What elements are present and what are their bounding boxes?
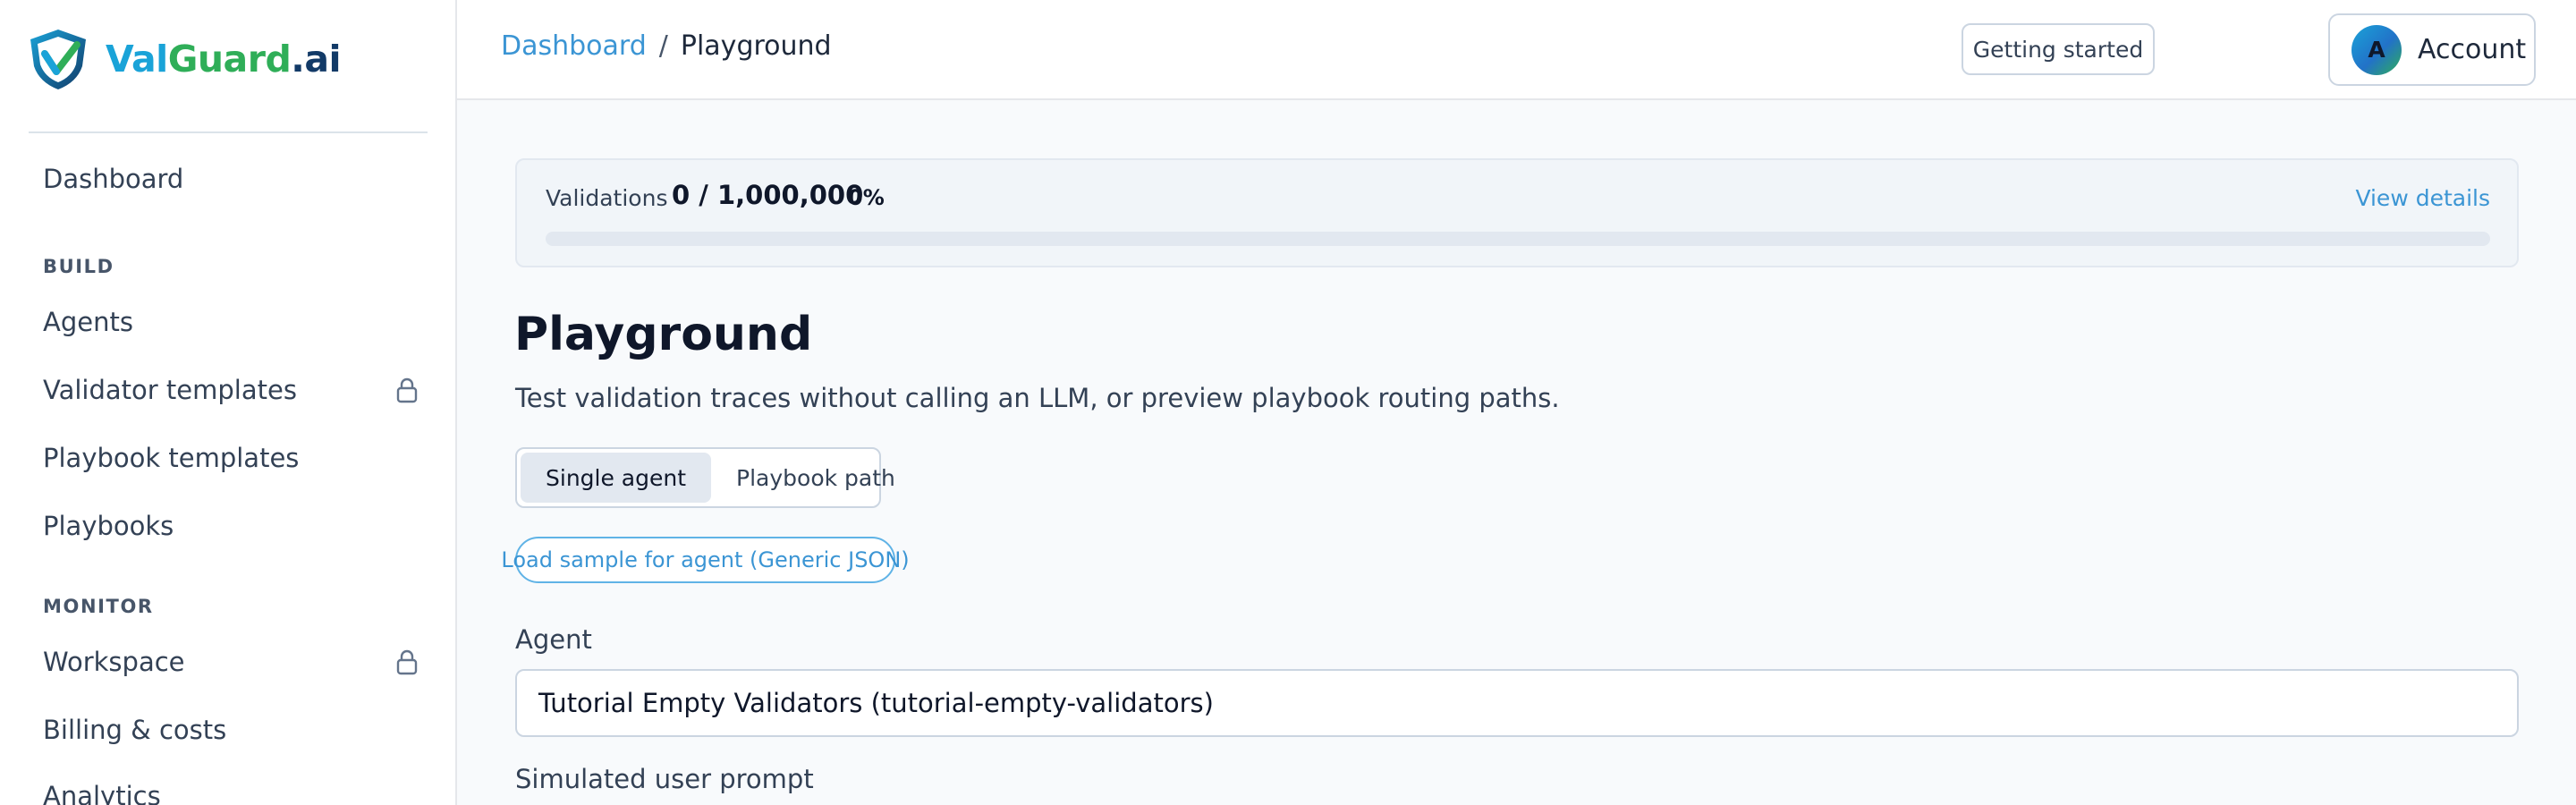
sidebar-item-playbook-templates[interactable]: Playbook templates <box>43 433 419 483</box>
sidebar-item-label: Dashboard <box>43 164 184 194</box>
sidebar-item-label: Agents <box>43 307 133 337</box>
breadcrumb: Dashboard / Playground <box>501 30 832 62</box>
breadcrumb-dashboard-link[interactable]: Dashboard <box>501 30 647 62</box>
sidebar: ValGuard.ai Dashboard BUILD Agents Valid… <box>0 0 457 805</box>
breadcrumb-separator: / <box>658 30 668 62</box>
sidebar-section-build: BUILD <box>43 256 114 277</box>
tab-single-agent[interactable]: Single agent <box>521 453 712 503</box>
agent-field-label: Agent <box>515 624 592 655</box>
top-bar: Dashboard / Playground Getting started A… <box>457 0 2576 100</box>
sidebar-item-playbooks[interactable]: Playbooks <box>43 501 419 551</box>
mode-toggle: Single agent Playbook path <box>515 447 895 508</box>
sidebar-item-billing-costs[interactable]: Billing & costs <box>43 705 419 755</box>
shield-logo-icon <box>30 30 86 89</box>
sidebar-item-label: Playbook templates <box>43 443 300 473</box>
brand-name-val: Val <box>106 38 168 80</box>
sidebar-item-label: Validator templates <box>43 375 297 405</box>
usage-label: Validations <box>546 185 668 211</box>
account-button[interactable]: A Account <box>2328 13 2536 86</box>
sidebar-item-label: Billing & costs <box>43 715 227 745</box>
lock-icon <box>395 377 419 403</box>
sidebar-divider <box>29 131 428 133</box>
sidebar-item-workspace[interactable]: Workspace <box>43 637 419 687</box>
brand-name: ValGuard.ai <box>106 38 342 80</box>
view-details-link[interactable]: View details <box>2355 185 2490 211</box>
sidebar-item-label: Workspace <box>43 647 185 677</box>
getting-started-button[interactable]: Getting started <box>1962 23 2155 75</box>
sidebar-item-analytics[interactable]: Analytics <box>43 771 419 805</box>
breadcrumb-current: Playground <box>680 30 832 62</box>
validations-usage-card: Validations 0 / 1,000,000 0% View detail… <box>515 158 2519 267</box>
usage-count: 0 / 1,000,000 <box>672 180 864 210</box>
usage-progress-bar <box>546 232 2490 246</box>
avatar: A <box>2351 24 2402 75</box>
account-label: Account <box>2418 34 2527 65</box>
sidebar-item-validator-templates[interactable]: Validator templates <box>43 365 419 415</box>
app-shell: ValGuard.ai Dashboard BUILD Agents Valid… <box>0 0 2576 805</box>
brand-name-guard: Guard <box>167 38 292 80</box>
page-title: Playground <box>514 308 813 361</box>
brand-name-ai: .ai <box>291 38 342 80</box>
brand-logo[interactable]: ValGuard.ai <box>27 27 342 91</box>
load-sample-button[interactable]: Load sample for agent (Generic JSON) <box>501 537 910 583</box>
main-content: Dashboard / Playground Getting started A… <box>457 0 2576 805</box>
lock-icon <box>395 648 419 675</box>
sidebar-item-label: Analytics <box>43 781 161 805</box>
page-subtitle: Test validation traces without calling a… <box>515 383 1560 413</box>
agent-select[interactable]: Tutorial Empty Validators (tutorial-empt… <box>515 669 2519 737</box>
sidebar-section-monitor: MONITOR <box>43 596 154 617</box>
sidebar-item-label: Playbooks <box>43 511 174 541</box>
prompt-field-label: Simulated user prompt <box>515 764 814 794</box>
sidebar-item-agents[interactable]: Agents <box>43 297 419 347</box>
sidebar-item-dashboard[interactable]: Dashboard <box>43 154 419 204</box>
usage-percent: 0% <box>848 185 885 210</box>
tab-playbook-path[interactable]: Playbook path <box>711 453 920 503</box>
